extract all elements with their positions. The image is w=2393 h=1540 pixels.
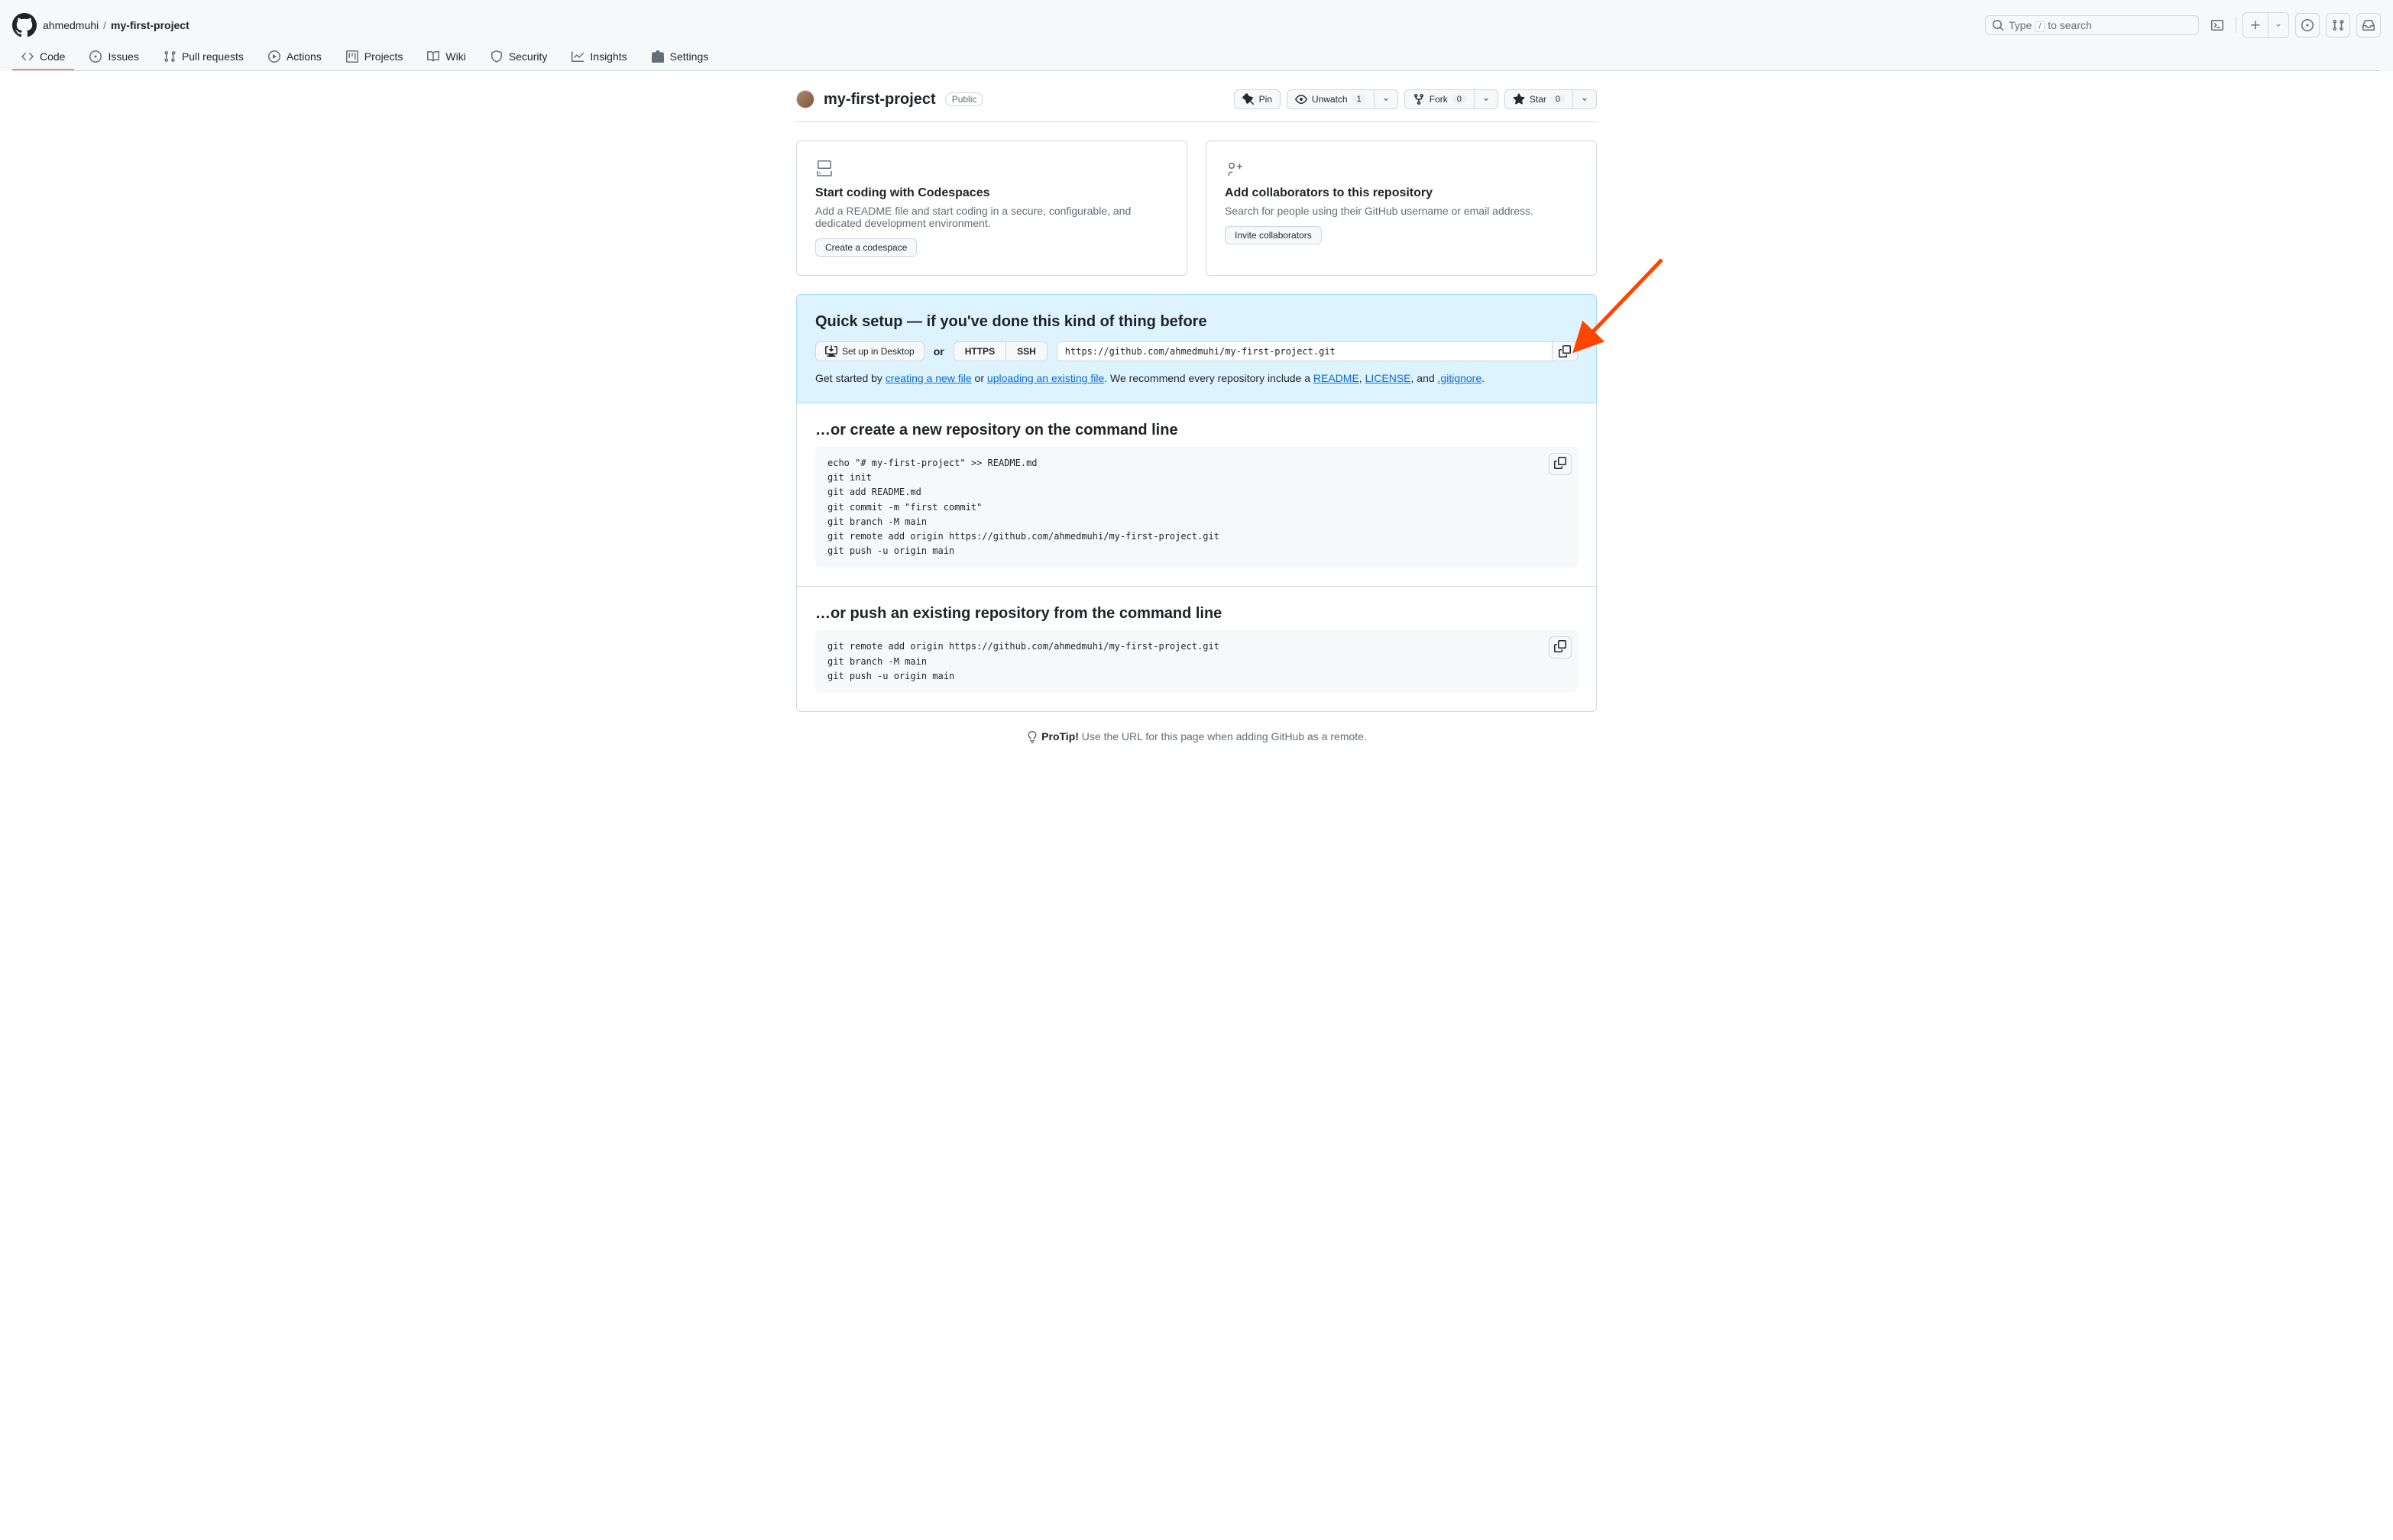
- quick-setup-text: Get started by creating a new file or up…: [815, 372, 1578, 384]
- repo-title: my-first-project: [824, 91, 936, 108]
- fork-button[interactable]: Fork0: [1404, 89, 1498, 109]
- fork-icon: [1413, 93, 1425, 105]
- pin-button[interactable]: Pin: [1234, 89, 1281, 109]
- protip: ProTip! Use the URL for this page when a…: [796, 712, 1597, 762]
- eye-icon: [1295, 93, 1307, 105]
- copy-icon: [1554, 640, 1566, 652]
- desktop-download-icon: [825, 345, 837, 358]
- tab-actions[interactable]: Actions: [259, 44, 331, 70]
- avatar: [796, 90, 814, 108]
- new-repo-code[interactable]: echo "# my-first-project" >> README.md g…: [827, 456, 1566, 558]
- codespaces-title: Start coding with Codespaces: [815, 186, 1168, 200]
- github-logo-icon[interactable]: [12, 13, 37, 37]
- person-add-icon: [1225, 160, 1243, 178]
- collab-desc: Search for people using their GitHub use…: [1225, 205, 1578, 217]
- copy-icon: [1559, 345, 1571, 358]
- gitignore-link[interactable]: .gitignore: [1438, 372, 1482, 384]
- create-codespace-button[interactable]: Create a codespace: [815, 238, 917, 257]
- copy-icon: [1554, 457, 1566, 469]
- lightbulb-icon: [1026, 731, 1038, 743]
- push-repo-heading: …or push an existing repository from the…: [815, 605, 1578, 623]
- code-icon: [21, 50, 34, 63]
- copy-new-repo-button[interactable]: [1549, 453, 1572, 475]
- create-new-menu[interactable]: [2242, 12, 2289, 38]
- repo-nav: Code Issues Pull requests Actions Projec…: [12, 44, 2381, 71]
- license-link[interactable]: LICENSE: [1365, 372, 1411, 384]
- tab-insights[interactable]: Insights: [562, 44, 636, 70]
- git-pull-request-icon: [164, 50, 176, 63]
- copy-push-repo-button[interactable]: [1549, 636, 1572, 658]
- plus-icon: [2249, 19, 2262, 31]
- tab-code[interactable]: Code: [12, 44, 74, 70]
- star-button[interactable]: Star0: [1504, 89, 1597, 109]
- issue-icon: [89, 50, 102, 63]
- chevron-down-icon: [1581, 95, 1588, 103]
- ssh-option[interactable]: SSH: [1005, 342, 1047, 361]
- tab-issues[interactable]: Issues: [80, 44, 147, 70]
- star-icon: [1513, 93, 1525, 105]
- tab-projects[interactable]: Projects: [337, 44, 413, 70]
- or-label: or: [934, 345, 944, 358]
- quick-setup-box: Quick setup — if you've done this kind o…: [796, 294, 1597, 403]
- issue-icon: [2301, 19, 2314, 31]
- watch-button[interactable]: Unwatch1: [1287, 89, 1398, 109]
- pull-requests-button[interactable]: [2326, 13, 2350, 37]
- chevron-down-icon: [1382, 95, 1390, 103]
- new-repo-heading: …or create a new repository on the comma…: [815, 422, 1578, 439]
- copy-url-button[interactable]: [1552, 342, 1577, 361]
- search-icon: [1992, 19, 2004, 31]
- collaborators-card: Add collaborators to this repository Sea…: [1206, 141, 1597, 276]
- breadcrumb: ahmedmuhi / my-first-project: [43, 19, 189, 31]
- upload-file-link[interactable]: uploading an existing file: [987, 372, 1104, 384]
- push-repo-code[interactable]: git remote add origin https://github.com…: [827, 639, 1566, 684]
- codespaces-icon: [815, 160, 834, 178]
- book-icon: [427, 50, 439, 63]
- quick-setup-heading: Quick setup — if you've done this kind o…: [815, 313, 1578, 331]
- pin-icon: [1242, 93, 1255, 105]
- https-option[interactable]: HTTPS: [954, 342, 1005, 361]
- codespaces-desc: Add a README file and start coding in a …: [815, 205, 1168, 229]
- chevron-down-icon: [2275, 21, 2282, 29]
- inbox-icon: [2362, 19, 2375, 31]
- repo-link[interactable]: my-first-project: [111, 19, 189, 31]
- invite-collaborators-button[interactable]: Invite collaborators: [1225, 226, 1322, 244]
- readme-link[interactable]: README: [1313, 372, 1359, 384]
- tab-security[interactable]: Security: [481, 44, 557, 70]
- tab-pull-requests[interactable]: Pull requests: [154, 44, 253, 70]
- gear-icon: [652, 50, 664, 63]
- inbox-button[interactable]: [2356, 13, 2381, 37]
- push-repo-box: …or push an existing repository from the…: [796, 587, 1597, 712]
- tab-wiki[interactable]: Wiki: [418, 44, 474, 70]
- shield-icon: [491, 50, 503, 63]
- graph-icon: [572, 50, 584, 63]
- setup-desktop-button[interactable]: Set up in Desktop: [815, 341, 924, 361]
- clone-url-input[interactable]: [1057, 342, 1552, 361]
- owner-link[interactable]: ahmedmuhi: [43, 19, 99, 31]
- project-icon: [346, 50, 358, 63]
- search-input[interactable]: Type / to search: [1985, 15, 2199, 35]
- chevron-down-icon: [1482, 95, 1490, 103]
- visibility-badge: Public: [945, 92, 984, 106]
- git-pull-request-icon: [2332, 19, 2344, 31]
- tab-settings[interactable]: Settings: [643, 44, 718, 70]
- issues-button[interactable]: [2295, 13, 2320, 37]
- play-icon: [268, 50, 280, 63]
- clone-protocol-toggle: HTTPS SSH: [954, 341, 1048, 361]
- new-repo-box: …or create a new repository on the comma…: [796, 403, 1597, 587]
- codespaces-card: Start coding with Codespaces Add a READM…: [796, 141, 1187, 276]
- create-file-link[interactable]: creating a new file: [886, 372, 972, 384]
- collab-title: Add collaborators to this repository: [1225, 186, 1578, 200]
- command-palette-button[interactable]: [2205, 13, 2229, 37]
- clone-url-field: [1057, 341, 1578, 361]
